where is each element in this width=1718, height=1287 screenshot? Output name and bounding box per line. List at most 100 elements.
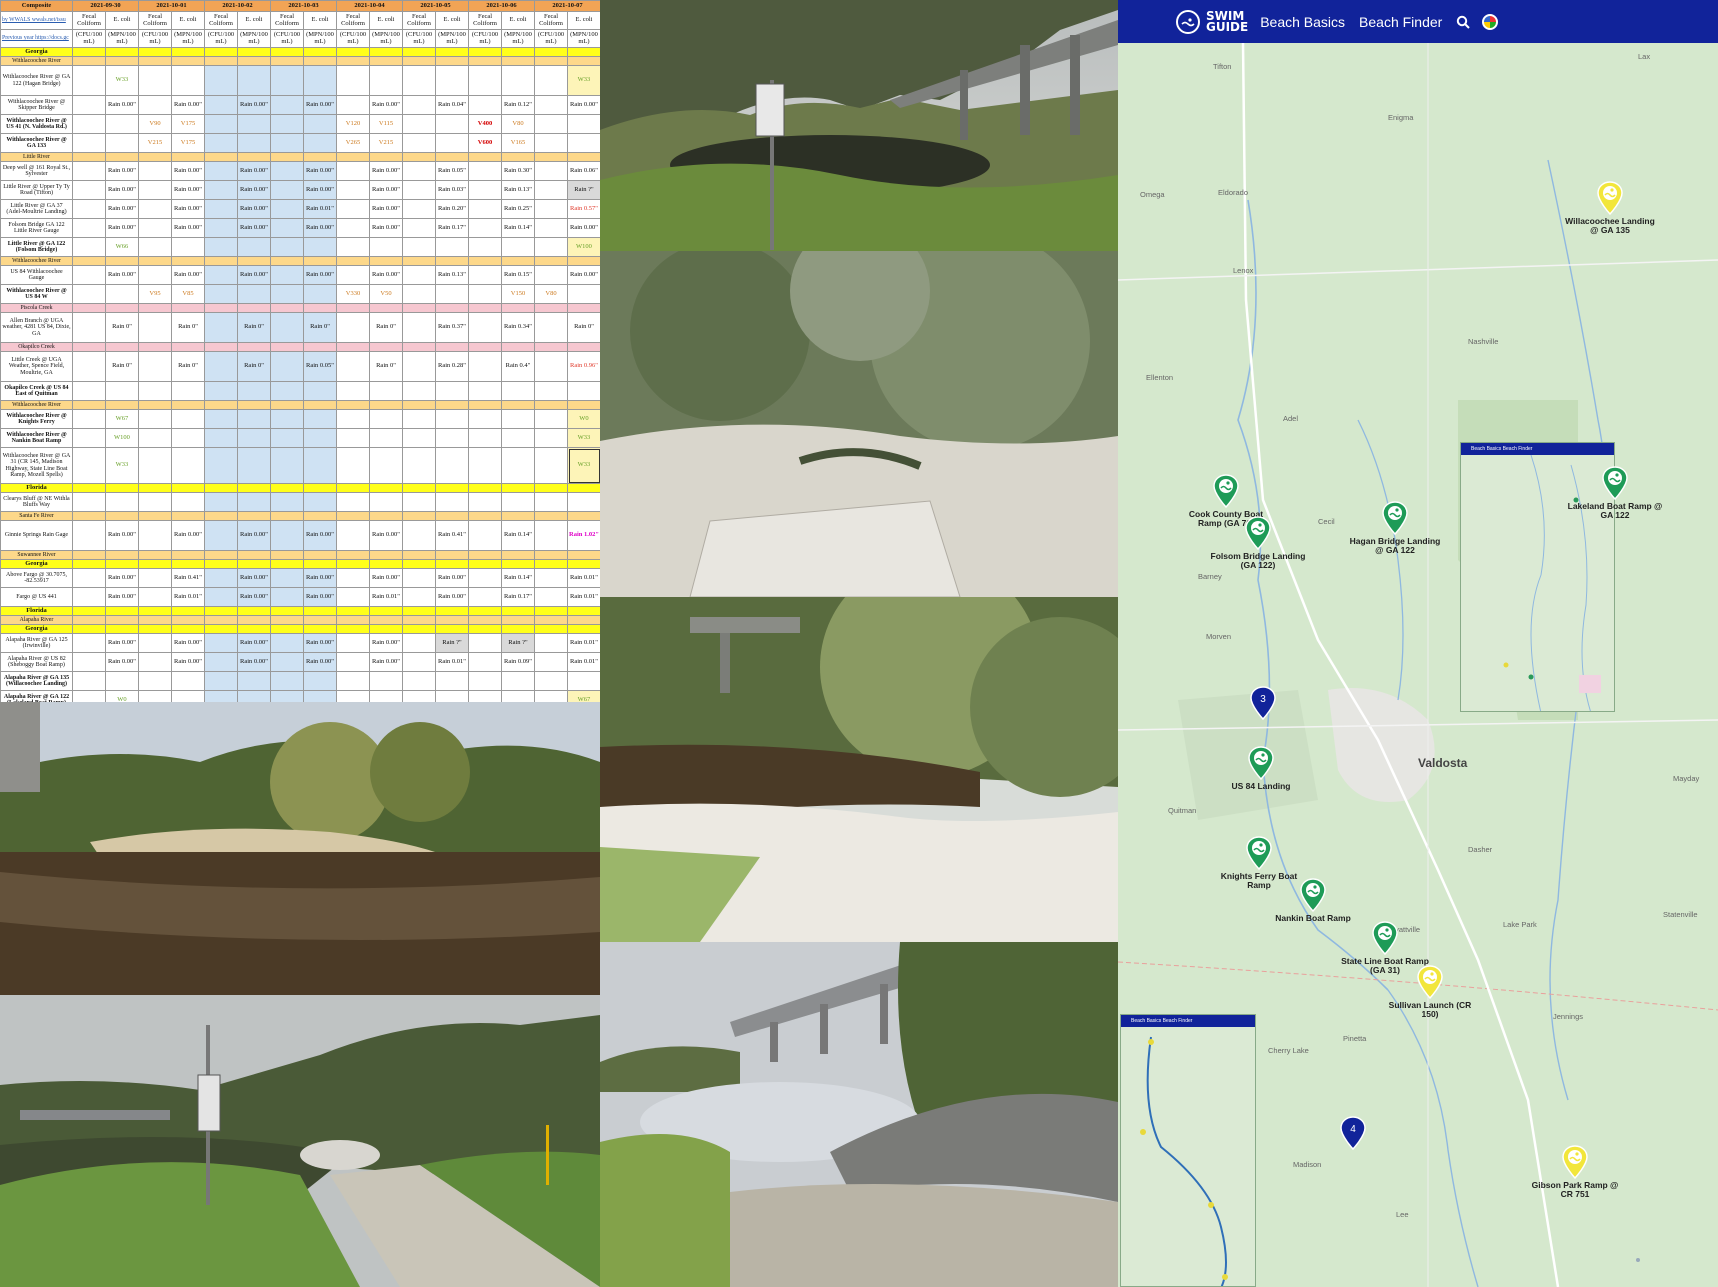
section-filler	[468, 511, 502, 521]
section-filler	[204, 152, 238, 162]
reading-cell	[402, 428, 436, 448]
section-filler	[171, 511, 205, 521]
section-filler	[237, 624, 271, 634]
reading-cell	[534, 671, 568, 691]
reading-cell: V175	[171, 133, 205, 153]
search-icon[interactable]	[1456, 15, 1471, 29]
reading-cell: Rain 0.00"	[237, 95, 271, 115]
section-filler	[237, 152, 271, 162]
reading-cell	[468, 284, 502, 304]
reading-cell: Rain 0.30"	[501, 161, 535, 181]
ecoli-unit: (MPN/100 mL)	[501, 29, 535, 48]
section-label: Withlacoochee River	[0, 56, 73, 66]
beach-marker-label[interactable]: Lakeland Boat Ramp @ GA 122	[1568, 502, 1663, 520]
reading-cell	[402, 520, 436, 551]
reading-cell: Rain 0.05"	[435, 161, 469, 181]
reading-cell	[468, 65, 502, 96]
reading-cell	[138, 265, 172, 285]
station-row: Withlacoochee River @ GA 133 V215 V175 V265…	[0, 133, 600, 153]
reading-cell: Rain 0.06"	[567, 161, 600, 181]
beach-marker-label[interactable]: Knights Ferry Boat Ramp	[1212, 872, 1307, 890]
reading-cell	[105, 133, 139, 153]
cluster-count: 4	[1350, 1124, 1356, 1135]
river-section-row: Withlacoochee River	[0, 56, 600, 66]
section-filler	[72, 606, 106, 616]
beach-marker-pin-icon[interactable]	[1248, 746, 1274, 780]
beach-marker-label[interactable]: Folsom Bridge Landing (GA 122)	[1211, 552, 1306, 570]
reading-cell: Rain 0.4"	[501, 351, 535, 382]
beach-marker-pin-icon[interactable]	[1562, 1145, 1588, 1179]
section-filler	[369, 615, 403, 625]
station-name: Alapaha River @ GA 122 (Lakeland Boat Ra…	[0, 690, 73, 702]
section-filler	[369, 606, 403, 616]
reading-cell: Rain 1.02"	[567, 520, 600, 551]
reading-cell: V165	[501, 133, 535, 153]
beach-marker-label[interactable]: US 84 Landing	[1214, 782, 1309, 791]
river-section-row: Alapaha River	[0, 615, 600, 625]
reading-cell: Rain 0.00"	[105, 180, 139, 200]
swim-guide-map[interactable]: SWIM GUIDE Beach Basics Beach Finder Tif…	[1118, 0, 1718, 1287]
cluster-marker-icon[interactable]: 3	[1250, 686, 1276, 720]
place-label: Barney	[1198, 572, 1222, 581]
section-filler	[468, 559, 502, 569]
previous-year-link[interactable]: Previous year https://docs.gc	[0, 29, 73, 48]
section-filler	[435, 256, 469, 266]
station-name: Withlacoochee River @ GA 122 (Hagan Brid…	[0, 65, 73, 96]
beach-marker-pin-icon[interactable]	[1382, 501, 1408, 535]
section-filler	[105, 47, 139, 57]
reading-cell	[435, 428, 469, 448]
beach-marker-pin-icon[interactable]	[1597, 181, 1623, 215]
beach-marker-pin-icon[interactable]	[1602, 466, 1628, 500]
section-filler	[501, 483, 535, 493]
beach-marker-label[interactable]: Hagan Bridge Landing @ GA 122	[1348, 537, 1443, 555]
place-label: Lax	[1638, 52, 1651, 61]
swim-guide-logo-text[interactable]: SWIM GUIDE	[1206, 10, 1248, 33]
beach-marker-pin-icon[interactable]	[1372, 921, 1398, 955]
station-name: Withlacoochee River @ US 84 W	[0, 284, 73, 304]
reading-cell: Rain 0.00"	[567, 265, 600, 285]
beach-marker-label[interactable]: Sullivan Launch (CR 150)	[1383, 1001, 1478, 1019]
section-filler	[237, 483, 271, 493]
section-filler	[204, 624, 238, 634]
reading-cell	[336, 180, 370, 200]
section-filler	[303, 550, 337, 560]
section-filler	[171, 47, 205, 57]
beach-marker-pin-icon[interactable]	[1246, 836, 1272, 870]
section-filler	[270, 483, 304, 493]
section-filler	[435, 511, 469, 521]
station-name: Little River @ GA 122 (Folsom Bridge)	[0, 237, 73, 257]
byline-link[interactable]: by WWALS wwals.net/issu	[0, 11, 73, 30]
reading-cell	[336, 409, 370, 429]
nav-beach-finder[interactable]: Beach Finder	[1359, 14, 1442, 30]
river-section-row: Okapilco Creek	[0, 342, 600, 352]
reading-cell	[336, 199, 370, 219]
beach-marker-label[interactable]: Willacoochee Landing @ GA 135	[1563, 217, 1658, 235]
beach-marker-pin-icon[interactable]	[1417, 965, 1443, 999]
cluster-marker-icon[interactable]: 4	[1340, 1116, 1366, 1150]
place-label: Madison	[1293, 1160, 1322, 1169]
reading-cell: W33	[567, 447, 600, 484]
reading-cell	[336, 633, 370, 653]
section-filler	[534, 511, 568, 521]
reading-cell	[402, 568, 436, 588]
swim-guide-logo-icon[interactable]	[1176, 9, 1200, 34]
station-row: Above Fargo @ 30.7075, -82.53917 Rain 0.0…	[0, 568, 600, 588]
reading-cell	[138, 690, 172, 702]
beach-marker-pin-icon[interactable]	[1245, 516, 1271, 550]
reading-cell	[171, 428, 205, 448]
reading-cell: Rain ?"	[435, 633, 469, 653]
beach-marker-label[interactable]: Nankin Boat Ramp	[1266, 914, 1361, 923]
reading-cell	[534, 199, 568, 219]
nav-beach-basics[interactable]: Beach Basics	[1260, 14, 1345, 30]
beach-marker-label[interactable]: Gibson Park Ramp @ CR 751	[1528, 1181, 1623, 1199]
beach-marker-pin-icon[interactable]	[1300, 878, 1326, 912]
beach-marker-pin-icon[interactable]	[1213, 474, 1239, 508]
section-filler	[204, 342, 238, 352]
reading-cell: V600	[468, 133, 502, 153]
reading-cell: V90	[138, 114, 172, 134]
reading-cell	[138, 447, 172, 484]
reading-cell: Rain 0.00"	[303, 520, 337, 551]
reading-cell	[435, 381, 469, 401]
language-globe-icon[interactable]	[1482, 13, 1499, 30]
section-filler	[105, 256, 139, 266]
